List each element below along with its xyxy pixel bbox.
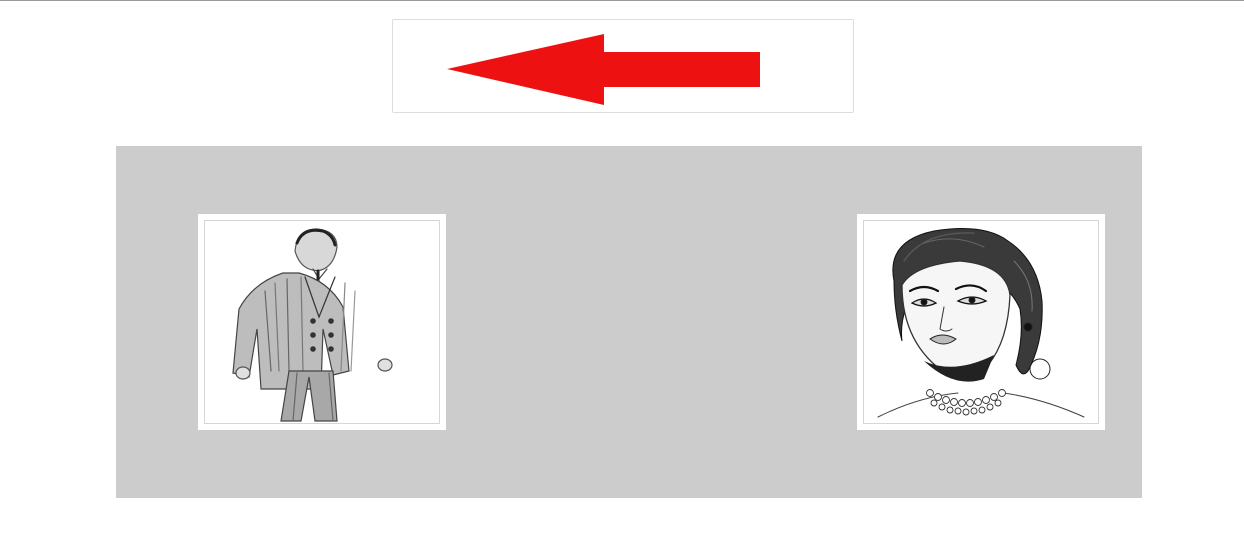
arrow-shape <box>447 34 760 105</box>
top-divider <box>0 0 1244 1</box>
man-in-suit-sketch <box>232 228 393 422</box>
image-card-woman[interactable] <box>857 214 1105 430</box>
left-arrow-icon <box>447 34 760 105</box>
man-sketch-frame <box>204 220 440 424</box>
woman-portrait-sketch <box>877 228 1085 418</box>
back-arrow-button[interactable] <box>392 19 854 113</box>
image-stage <box>116 146 1142 498</box>
image-card-man[interactable] <box>198 214 446 430</box>
woman-sketch-frame <box>863 220 1099 424</box>
